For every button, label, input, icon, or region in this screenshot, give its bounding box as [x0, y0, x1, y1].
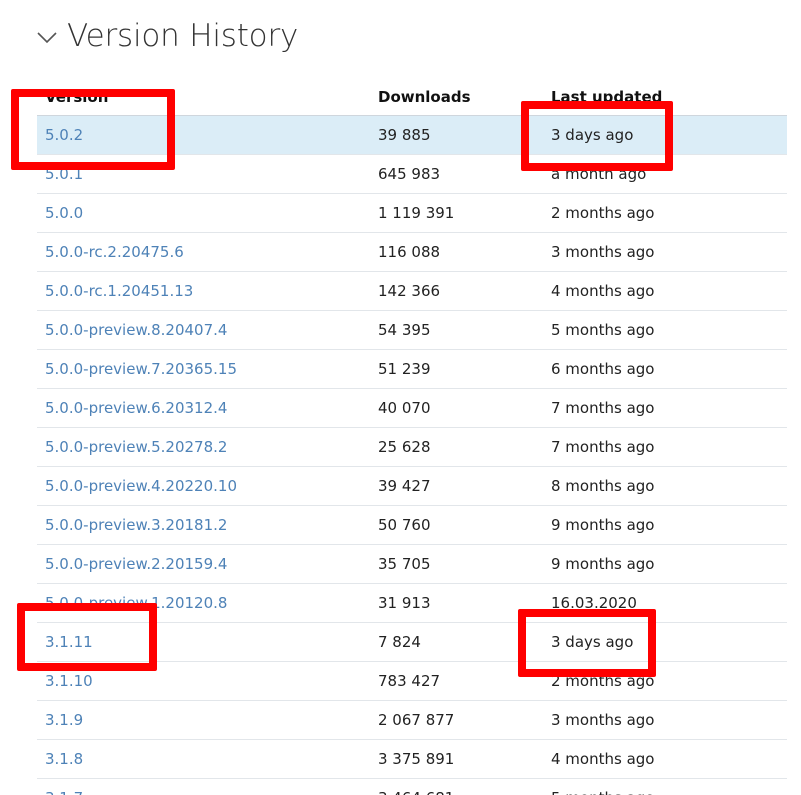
downloads-count: 7 824: [378, 633, 421, 651]
table-row: 3.1.10 783 427 2 months ago: [37, 662, 787, 701]
last-updated: 5 months ago: [551, 789, 654, 795]
last-updated: 5 months ago: [551, 321, 655, 339]
table-row: 5.0.0-preview.4.20220.10 39 427 8 months a…: [37, 467, 787, 506]
version-link[interactable]: 3.1.9: [45, 711, 83, 729]
version-link[interactable]: 5.0.1: [45, 165, 83, 183]
downloads-count: 50 760: [378, 516, 431, 534]
table-row: 5.0.0-rc.1.20451.13 142 366 4 months ago: [37, 272, 787, 311]
downloads-count: 3 375 891: [378, 750, 455, 768]
table-row: 3.1.8 3 375 891 4 months ago: [37, 740, 787, 779]
version-link[interactable]: 5.0.0-preview.1.20120.8: [45, 594, 227, 612]
downloads-count: 1 119 391: [378, 204, 455, 222]
version-history-table: Version Downloads Last updated 5.0.2 39 8…: [37, 82, 787, 795]
last-updated: 9 months ago: [551, 516, 655, 534]
table-header: Version Downloads Last updated: [37, 82, 787, 116]
downloads-count: 645 983: [378, 165, 441, 183]
table-row: 5.0.0-preview.6.20312.4 40 070 7 months ag…: [37, 389, 787, 428]
last-updated: 16.03.2020: [551, 594, 637, 612]
table-row: 5.0.0-preview.1.20120.8 31 913 16.03.2020: [37, 584, 787, 623]
version-link[interactable]: 3.1.7: [45, 789, 83, 795]
version-link[interactable]: 5.0.2: [45, 126, 83, 144]
last-updated: 7 months ago: [551, 399, 655, 417]
table-row: 5.0.0-preview.2.20159.4 35 705 9 months ag…: [37, 545, 787, 584]
downloads-count: 3 464 681: [378, 789, 454, 795]
downloads-count: 2 067 877: [378, 711, 455, 729]
last-updated: 3 days ago: [551, 126, 634, 144]
version-link[interactable]: 5.0.0-preview.3.20181.2: [45, 516, 227, 534]
table-row: 5.0.0-preview.7.20365.15 51 239 6 months a…: [37, 350, 787, 389]
version-link[interactable]: 5.0.0-preview.5.20278.2: [45, 438, 227, 456]
table-row: 5.0.0 1 119 391 2 months ago: [37, 194, 787, 233]
column-header-version: Version: [45, 88, 109, 106]
table-row: 5.0.2 39 885 3 days ago: [37, 116, 787, 155]
downloads-count: 51 239: [378, 360, 431, 378]
version-link[interactable]: 5.0.0-preview.8.20407.4: [45, 321, 227, 339]
downloads-count: 783 427: [378, 672, 441, 690]
downloads-count: 35 705: [378, 555, 431, 573]
last-updated: 8 months ago: [551, 477, 655, 495]
last-updated: 3 months ago: [551, 243, 655, 261]
downloads-count: 31 913: [378, 594, 431, 612]
last-updated: 7 months ago: [551, 438, 655, 456]
version-link[interactable]: 3.1.8: [45, 750, 83, 768]
last-updated: 3 days ago: [551, 633, 634, 651]
version-link[interactable]: 3.1.10: [45, 672, 93, 690]
table-row: 3.1.11 7 824 3 days ago: [37, 623, 787, 662]
last-updated: 4 months ago: [551, 282, 655, 300]
table-row: 5.0.0-rc.2.20475.6 116 088 3 months ago: [37, 233, 787, 272]
table-row: 3.1.9 2 067 877 3 months ago: [37, 701, 787, 740]
downloads-count: 142 366: [378, 282, 441, 300]
version-link[interactable]: 5.0.0-preview.4.20220.10: [45, 477, 237, 495]
column-header-last-updated: Last updated: [551, 88, 663, 106]
version-link[interactable]: 5.0.0-rc.1.20451.13: [45, 282, 193, 300]
page: Version History Version Downloads Last u…: [0, 0, 801, 795]
version-history-toggle[interactable]: Version History: [36, 14, 298, 58]
downloads-count: 116 088: [378, 243, 441, 261]
version-link[interactable]: 5.0.0-preview.7.20365.15: [45, 360, 237, 378]
version-link[interactable]: 5.0.0: [45, 204, 83, 222]
last-updated: 2 months ago: [551, 672, 655, 690]
table-row: 5.0.0-preview.5.20278.2 25 628 7 months ag…: [37, 428, 787, 467]
last-updated: 3 months ago: [551, 711, 655, 729]
downloads-count: 54 395: [378, 321, 431, 339]
last-updated: a month ago: [551, 165, 647, 183]
last-updated: 6 months ago: [551, 360, 655, 378]
downloads-count: 39 885: [378, 126, 431, 144]
version-link[interactable]: 5.0.0-preview.2.20159.4: [45, 555, 227, 573]
version-link[interactable]: 5.0.0-preview.6.20312.4: [45, 399, 227, 417]
chevron-down-icon: [37, 32, 57, 44]
column-header-downloads: Downloads: [378, 88, 471, 106]
downloads-count: 40 070: [378, 399, 431, 417]
last-updated: 4 months ago: [551, 750, 655, 768]
version-link[interactable]: 3.1.11: [45, 633, 93, 651]
downloads-count: 39 427: [378, 477, 431, 495]
table-row: 3.1.7 3 464 681 5 months ago: [37, 779, 787, 795]
section-title: Version History: [67, 18, 299, 54]
downloads-count: 25 628: [378, 438, 431, 456]
version-link[interactable]: 5.0.0-rc.2.20475.6: [45, 243, 184, 261]
last-updated: 9 months ago: [551, 555, 655, 573]
table-row: 5.0.1 645 983 a month ago: [37, 155, 787, 194]
table-row: 5.0.0-preview.8.20407.4 54 395 5 months ag…: [37, 311, 787, 350]
table-body: 5.0.2 39 885 3 days ago 5.0.1 645 983 a month…: [37, 116, 787, 795]
last-updated: 2 months ago: [551, 204, 655, 222]
table-row: 5.0.0-preview.3.20181.2 50 760 9 months ag…: [37, 506, 787, 545]
